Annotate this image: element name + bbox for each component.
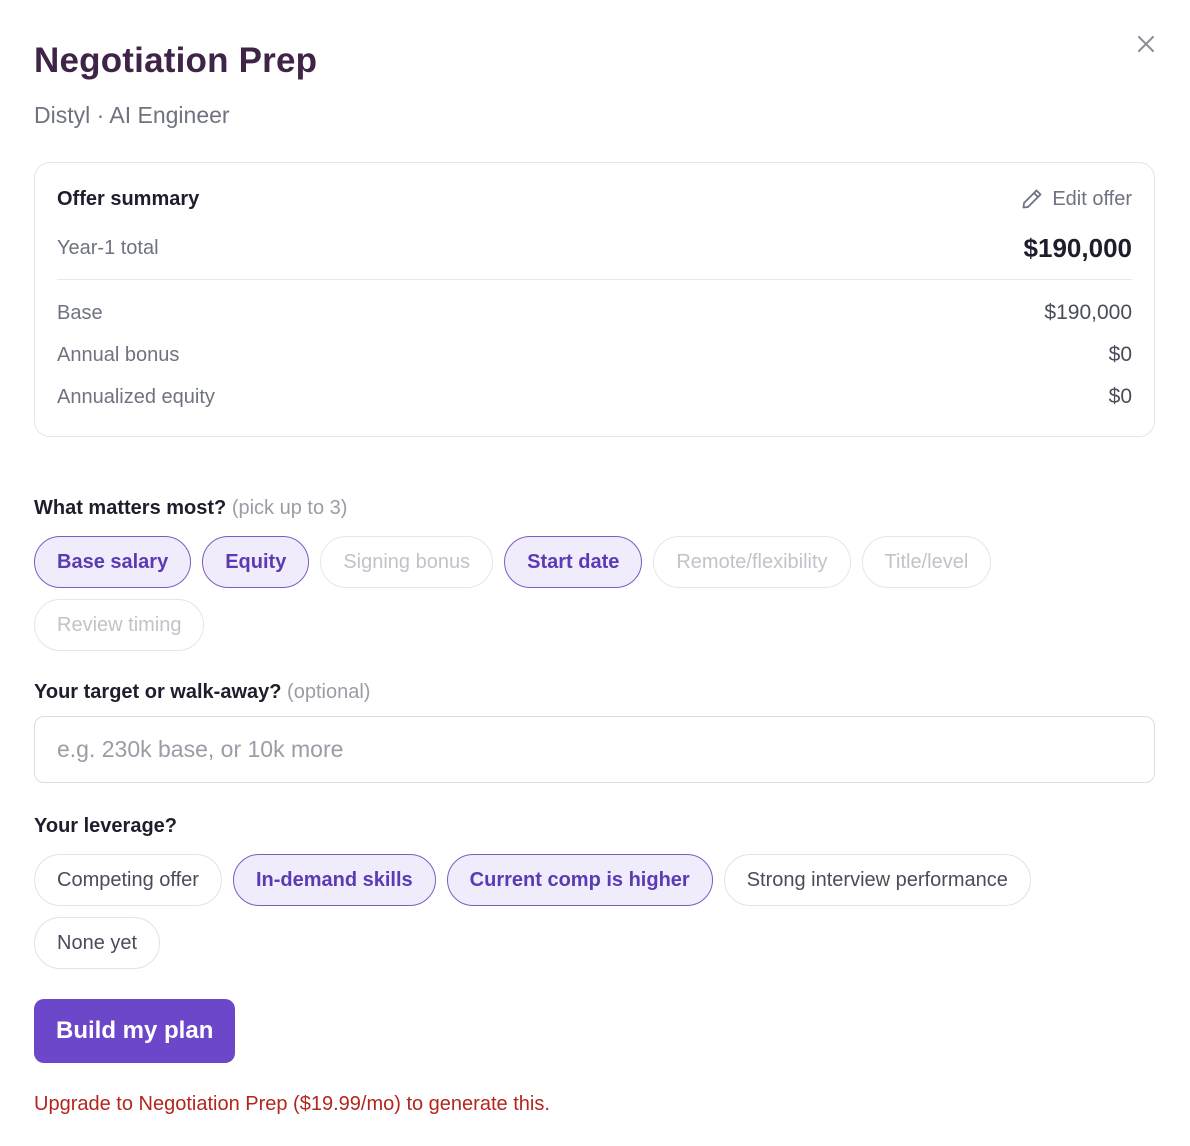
offer-line-label: Annualized equity [57,385,215,408]
leverage-chip-current-comp-higher[interactable]: Current comp is higher [446,854,713,906]
target-label: Your target or walk-away? (optional) [34,681,1156,704]
offer-line-label: Annual bonus [57,343,180,366]
offer-line-base: Base $190,000 [57,292,1132,334]
priorities-hint: (pick up to 3) [231,497,348,519]
close-icon [1138,36,1154,52]
offer-summary-card: Offer summary Edit offer Year-1 total $1… [34,162,1155,437]
target-question: Your target or walk-away? [34,681,282,703]
build-plan-button[interactable]: Build my plan [34,999,236,1063]
upgrade-notice: Upgrade to Negotiation Prep ($19.99/mo) … [34,1093,550,1115]
summary-divider [57,279,1132,280]
priorities-question: What matters most? [34,497,227,519]
edit-offer-label: Edit offer [1052,187,1132,210]
priorities-label: What matters most? (pick up to 3) [34,497,1156,520]
page-subtitle: Distyl · AI Engineer [34,102,230,128]
priority-chip-signing-bonus[interactable]: Signing bonus [320,536,494,588]
offer-line-value: $0 [1108,385,1132,408]
offer-line-bonus: Annual bonus $0 [57,334,1132,376]
priority-chip-title-level[interactable]: Title/level [861,536,992,588]
leverage-label: Your leverage? [34,815,178,837]
priority-chip-remote-flexibility[interactable]: Remote/flexibility [653,536,851,588]
priority-chip-review-timing[interactable]: Review timing [34,599,205,651]
year1-total-row: Year-1 total $190,000 [57,231,1132,265]
target-input[interactable] [34,716,1155,783]
leverage-chip-none-yet[interactable]: None yet [34,917,161,969]
target-hint: (optional) [287,681,371,703]
year1-total-value: $190,000 [1023,232,1132,263]
priority-chip-equity[interactable]: Equity [202,536,310,588]
page-title: Negotiation Prep [34,41,318,80]
year1-total-label: Year-1 total [57,236,159,259]
offer-summary-header: Offer summary Edit offer [57,183,1132,215]
leverage-chip-in-demand-skills[interactable]: In-demand skills [232,854,436,906]
pencil-icon [1022,189,1042,209]
leverage-chip-competing-offer[interactable]: Competing offer [34,854,222,906]
priority-chip-start-date[interactable]: Start date [504,536,643,588]
close-button[interactable] [1132,30,1160,58]
offer-line-value: $0 [1108,343,1132,366]
offer-line-equity: Annualized equity $0 [57,376,1132,418]
leverage-chip-group: Competing offer In-demand skills Current… [34,854,1155,969]
edit-offer-button[interactable]: Edit offer [1020,187,1132,211]
priorities-chip-group: Base salary Equity Signing bonus Start d… [34,536,1155,651]
negotiation-prep-modal: Negotiation Prep Distyl · AI Engineer Of… [0,0,1190,1146]
offer-summary-title: Offer summary [57,187,200,210]
priority-chip-base-salary[interactable]: Base salary [34,536,192,588]
offer-line-value: $190,000 [1044,301,1132,324]
offer-line-label: Base [57,301,103,324]
leverage-chip-strong-interview[interactable]: Strong interview performance [723,854,1031,906]
